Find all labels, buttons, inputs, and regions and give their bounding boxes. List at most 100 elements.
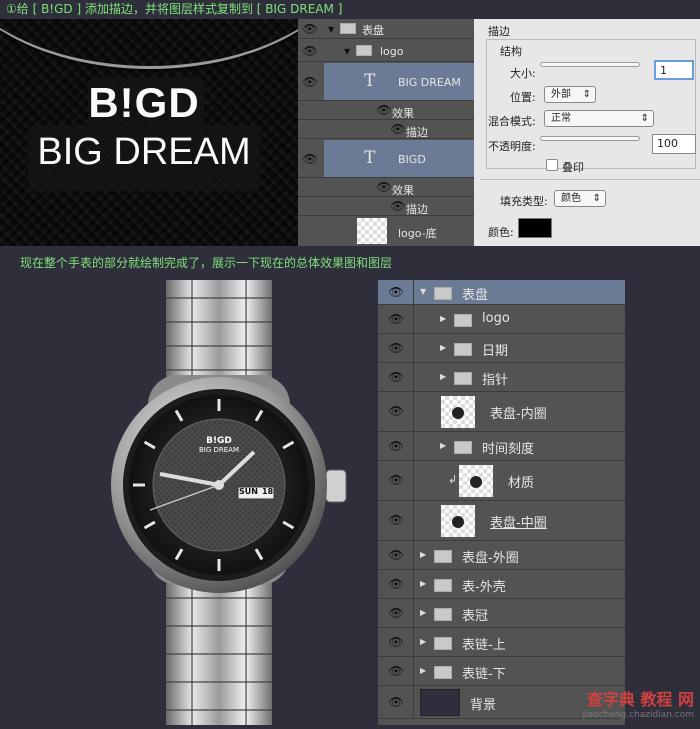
chevron-right-icon[interactable]: ▶ [440,343,446,352]
layer-row[interactable]: 👁 表盘-中圈 [378,501,625,541]
eye-icon[interactable]: 👁 [384,635,408,649]
layer-thumbnail [440,504,476,538]
layer-effects-row[interactable]: 👁 效果 [298,102,474,120]
position-select[interactable]: 外部 ⇕ [544,86,596,103]
watch-brand-line1: B!GD [206,436,232,446]
size-slider[interactable] [540,62,640,67]
layer-row[interactable]: 👁 表盘-内圈 [378,392,625,432]
layer-label: logo-底 [398,227,437,240]
layer-label: 效果 [392,184,414,197]
blend-mode-select[interactable]: 正常 ⇕ [544,110,654,127]
bracelet-bottom [166,570,272,725]
layer-effect-row[interactable]: 👁 描边 [298,198,474,216]
eye-icon[interactable]: 👁 [384,285,408,299]
layer-row[interactable]: 👁 T BIG DREAM [298,63,474,101]
chevron-down-icon[interactable]: ▼ [344,47,350,56]
watch-brand-line2: BIG DREAM [198,446,240,454]
layer-effects-row[interactable]: 👁 效果 [298,179,474,197]
layer-label: BIG DREAM [398,76,461,89]
visibility-column: 👁 [378,599,414,627]
layer-row[interactable]: 👁 ▶ 表链-下 [378,657,625,686]
eye-icon[interactable]: 👁 [384,341,408,355]
overprint-checkbox[interactable] [546,159,558,171]
layer-label: 表盘 [362,24,384,37]
layer-thumbnail [420,689,460,716]
layer-label: 日期 [482,343,509,359]
layer-row[interactable]: 👁 ▶ 时间刻度 [378,432,625,461]
eye-icon[interactable]: 👁 [384,404,408,418]
visibility-column: 👁 [378,392,414,431]
chevron-right-icon[interactable]: ▶ [420,637,426,646]
layer-row[interactable]: 👁 ▼ 表盘 [378,280,625,305]
visibility-column: 👁 [378,305,414,333]
chevron-right-icon[interactable]: ▶ [420,666,426,675]
layer-label: 表链-下 [462,666,506,682]
color-swatch[interactable] [518,218,552,238]
opacity-slider[interactable] [540,136,640,141]
chevron-right-icon[interactable]: ▶ [420,550,426,559]
eye-icon[interactable]: 👁 [384,473,408,487]
eye-icon[interactable]: 👁 [384,695,408,709]
eye-icon[interactable]: 👁 [384,577,408,591]
eye-icon[interactable]: 👁 [384,312,408,326]
eye-icon[interactable]: 👁 [298,44,322,58]
caption-middle: 现在整个手表的部分就绘制完成了，展示一下现在的总体效果图和图层 [0,246,700,280]
layer-row[interactable]: 👁 ▶ 指针 [378,363,625,392]
bracelet-top [166,280,272,390]
chevron-down-icon[interactable]: ▼ [328,25,334,34]
layer-label: 表盘-中圈 [490,516,547,531]
layer-effect-row[interactable]: 👁 描边 [298,121,474,139]
layer-row[interactable]: 👁 ▼ 表盘 [298,19,474,39]
clipping-mask-icon: ↲ [448,473,458,486]
chevron-right-icon[interactable]: ▶ [440,441,446,450]
layer-row[interactable]: 👁 ▶ 表链-上 [378,628,625,657]
folder-icon [454,440,472,454]
layer-label: 材质 [508,476,535,491]
caption-top: ①给 [ B!GD ] 添加描边，并将图层样式复制到 [ BIG DREAM ] [0,0,700,19]
layer-label: 描边 [406,203,428,216]
layer-row[interactable]: 👁 ▶ 表冠 [378,599,625,628]
chevron-right-icon[interactable]: ▶ [420,579,426,588]
layer-label: 时间刻度 [482,441,535,457]
chevron-right-icon[interactable]: ▶ [440,314,446,323]
opacity-field[interactable]: 100 [652,134,696,154]
eye-icon[interactable]: 👁 [298,152,322,166]
eye-icon[interactable]: 👁 [384,439,408,453]
visibility-column: 👁 [378,657,414,685]
structure-label: 结构 [498,43,524,59]
layer-label: 表盘-内圈 [490,407,547,422]
layer-row[interactable]: 👁 ▶ 表盘-外圈 [378,541,625,570]
eye-icon[interactable]: 👁 [384,606,408,620]
layer-row[interactable]: 👁 ▼ logo [298,40,474,62]
layer-row[interactable]: 👁 ▶ logo [378,305,625,334]
layer-label: 表-外壳 [462,579,506,595]
layer-row[interactable]: 👁 ↲ 材质 [378,461,625,501]
layer-label: logo [482,310,510,326]
text-layer-icon: T [364,71,376,91]
position-label: 位置: [510,91,536,104]
chevron-down-icon[interactable]: ▼ [420,287,426,296]
eye-icon[interactable]: 👁 [384,548,408,562]
watch-date: 18 [262,487,274,496]
fill-type-select[interactable]: 颜色 ⇕ [554,190,606,207]
layer-row[interactable]: 👁 ▶ 表-外壳 [378,570,625,599]
watch-svg [111,280,347,725]
eye-icon[interactable]: 👁 [298,75,322,89]
chevron-right-icon[interactable]: ▶ [440,372,446,381]
folder-icon [434,607,452,621]
layer-row[interactable]: 👁 ▶ 日期 [378,334,625,363]
layer-row[interactable]: logo-底 [298,217,474,246]
size-field[interactable]: 1 [654,60,694,80]
eye-icon[interactable]: 👁 [298,22,322,36]
visibility-column: 👁 [378,541,414,569]
folder-icon [434,549,452,563]
visibility-column: 👁 [378,686,414,718]
chevron-right-icon[interactable]: ▶ [420,608,426,617]
layer-label: BIGD [398,153,426,166]
color-label: 颜色: [488,226,514,239]
eye-icon[interactable]: 👁 [384,664,408,678]
layer-row[interactable]: 👁 T BIGD [298,140,474,178]
eye-icon[interactable]: 👁 [384,513,408,527]
eye-icon[interactable]: 👁 [384,370,408,384]
size-label: 大小: [510,67,536,80]
